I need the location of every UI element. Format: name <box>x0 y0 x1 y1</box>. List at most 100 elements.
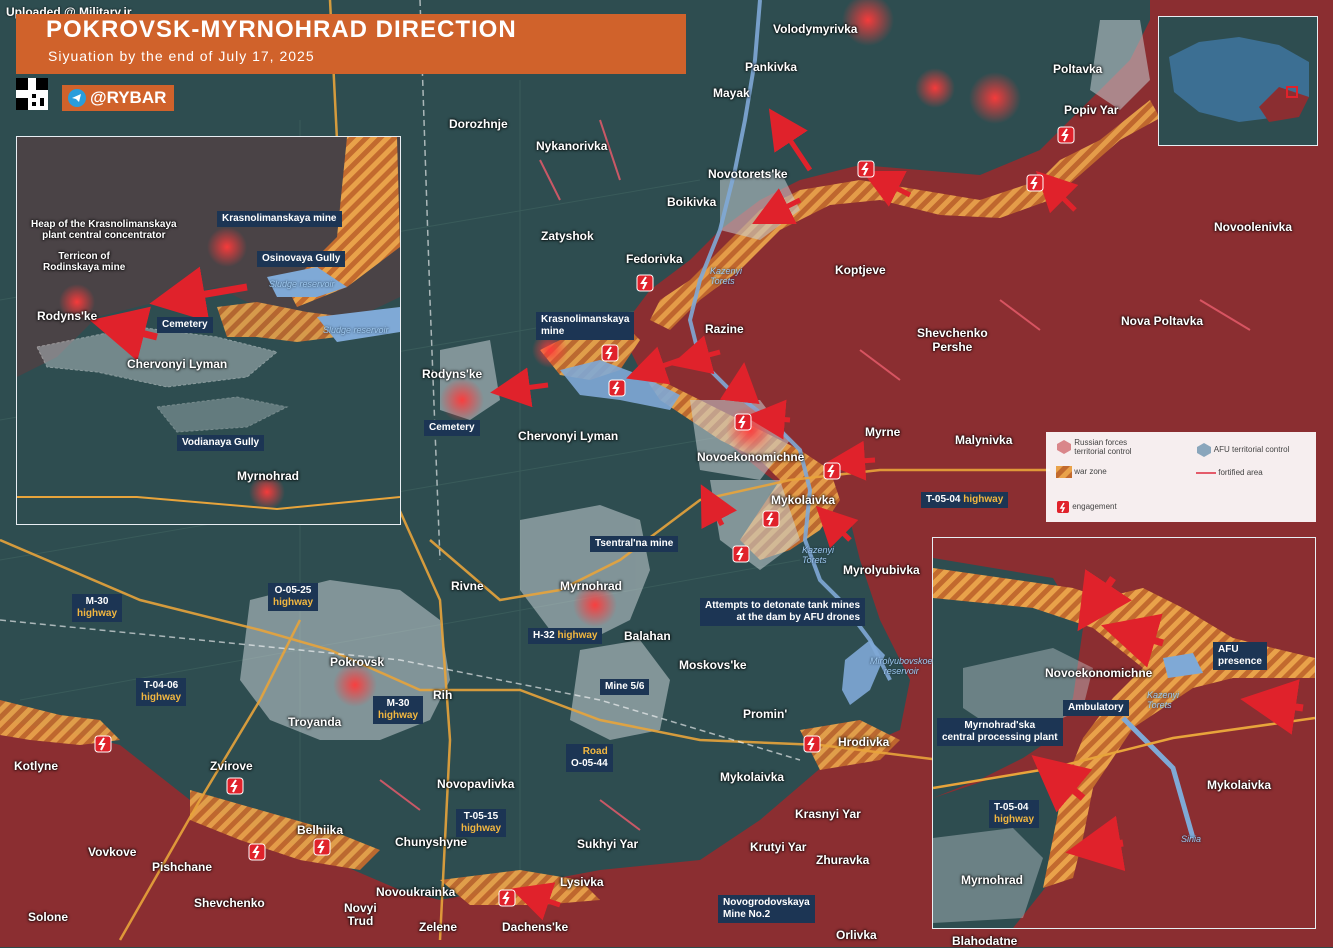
label-popiv-yar: Popiv Yar <box>1064 103 1119 117</box>
label-rodynske: Rodyns'ke <box>422 367 483 381</box>
label-kazenyi-torets-2: Kazenyi Torets <box>802 545 835 565</box>
label-nova-poltavka: Nova Poltavka <box>1121 314 1204 328</box>
label-myrne: Myrne <box>865 425 901 439</box>
inset-heap-label: Heap of the Krasnolimanskaya plant centr… <box>31 219 177 241</box>
engagement-icon[interactable] <box>608 379 626 397</box>
label-sukhyi-yar: Sukhyi Yar <box>577 837 639 851</box>
road-t0515-hw: highway <box>461 823 502 834</box>
afu-presence-tag: AFU presence <box>1213 642 1267 670</box>
label-volodymyrivka: Volodymyrivka <box>773 22 858 36</box>
novogrodovskaya-tag: Novogrodovskaya Mine No.2 <box>718 895 815 923</box>
label-novoolenivka: Novoolenivka <box>1214 220 1293 234</box>
label-balahan: Balahan <box>624 629 671 643</box>
inset-krasnolimanskaya-tag: Krasnolimanskaya mine <box>217 211 342 227</box>
label-moskovske: Moskovs'ke <box>679 658 747 672</box>
road-h32: H-32 highway <box>528 628 603 644</box>
map-title: POKROVSK-MYRNOHRAD DIRECTION <box>46 16 517 43</box>
label-zhuravka: Zhuravka <box>816 853 870 867</box>
label-razine: Razine <box>705 322 744 336</box>
road-o0544: Road O-05-44 <box>566 744 613 772</box>
tsentralna-mine-tag: Tsentral'na mine <box>590 536 679 552</box>
engagement-icon[interactable] <box>1026 174 1044 192</box>
label-vovkove: Vovkove <box>88 845 137 859</box>
inset-terricon-label: Terricon of Rodinskaya mine <box>43 251 126 273</box>
engagement-icon[interactable] <box>601 344 619 362</box>
label-dachenske: Dachens'ke <box>502 920 569 934</box>
legend-russian-text: Russian forces territorial control <box>1074 438 1132 456</box>
inset-osinovaya-tag: Osinovaya Gully <box>257 251 346 267</box>
road-t0406-code: T-04-06 <box>143 680 179 691</box>
legend-engagement-text: engagement <box>1072 502 1117 512</box>
legend: Russian forces territorial control AFU t… <box>1046 432 1316 522</box>
label-lysivka: Lysivka <box>560 875 604 889</box>
engagement-icon[interactable] <box>1057 126 1075 144</box>
label-zatyshok: Zatyshok <box>541 229 594 243</box>
inset-t0504-hw: highway <box>994 814 1035 825</box>
label-kotlyne: Kotlyne <box>14 759 59 773</box>
engagement-icon[interactable] <box>498 889 516 907</box>
engagement-icon[interactable] <box>803 735 821 753</box>
road-m30-west-hw: highway <box>77 608 118 619</box>
engagement-icon[interactable] <box>248 843 266 861</box>
label-kazenyi-torets-1: Kazenyi Torets <box>710 266 743 286</box>
road-o0544-code: O-05-44 <box>571 758 608 769</box>
ambulatory-tag: Ambulatory <box>1063 700 1129 716</box>
fortified-line-icon <box>1196 471 1216 474</box>
engagement-icon[interactable] <box>857 160 875 178</box>
krasnolimanskaya-mine-tag: Krasnolimanskaya mine <box>536 312 635 340</box>
inset-kazenyi-torets: Kazenyi Torets <box>1147 690 1180 710</box>
label-novoukrainka: Novoukrainka <box>376 885 456 899</box>
road-m30-east-code: M-30 <box>386 698 410 709</box>
label-zelene: Zelene <box>419 920 458 934</box>
road-t0515-code: T-05-15 <box>463 811 499 822</box>
engagement-icon[interactable] <box>734 413 752 431</box>
engagement-icon[interactable] <box>762 510 780 528</box>
label-mayak: Mayak <box>713 86 750 100</box>
brand-badge[interactable]: @RYBAR <box>62 85 174 111</box>
label-chunyshyne: Chunyshyne <box>395 835 468 849</box>
label-poltavka: Poltavka <box>1053 62 1103 76</box>
road-h32-hw: highway <box>557 630 598 641</box>
title-banner: POKROVSK-MYRNOHRAD DIRECTION Siyuation b… <box>16 14 686 74</box>
road-m30-west-code: M-30 <box>85 596 109 607</box>
road-t0515: T-05-15 highway <box>456 809 507 837</box>
cemetery-tag: Cemetery <box>424 420 480 436</box>
inset-mykolaivka-label: Mykolaivka <box>1207 778 1272 792</box>
engagement-icon[interactable] <box>732 545 750 563</box>
brand-handle: @RYBAR <box>90 88 167 107</box>
legend-engagement: engagement <box>1056 500 1117 514</box>
label-fedorivka: Fedorivka <box>626 252 683 266</box>
inset-chervonyi-label: Chervonyi Lyman <box>127 357 228 371</box>
qr-code[interactable] <box>16 78 48 110</box>
inset-right: AFU presence Novoekonomichne Ambulatory … <box>932 537 1316 929</box>
road-m30-west: M-30 highway <box>72 594 123 622</box>
inset-vodianaya-tag: Vodianaya Gully <box>177 435 265 451</box>
label-mykolaivka: Mykolaivka <box>771 493 836 507</box>
label-pokrovsk: Pokrovsk <box>330 655 385 669</box>
inset-cemetery-tag: Cemetery <box>157 317 213 333</box>
legend-russian: Russian forces territorial control <box>1056 438 1132 456</box>
inset-sinia: Sinia <box>1181 834 1202 844</box>
map-subtitle: Siyuation by the end of July 17, 2025 <box>48 48 315 64</box>
engagement-icon[interactable] <box>94 735 112 753</box>
road-o0544-prefix: Road <box>582 746 608 757</box>
label-rih: Rih <box>433 688 453 702</box>
label-belhiika: Belhiika <box>297 823 344 837</box>
road-t0406: T-04-06 highway <box>136 678 187 706</box>
telegram-icon <box>68 89 86 107</box>
label-krutyi-yar: Krutyi Yar <box>750 840 807 854</box>
engagement-icon[interactable] <box>313 838 331 856</box>
label-solone: Solone <box>28 910 69 924</box>
overview-minimap <box>1158 16 1318 146</box>
road-m30-east: M-30 highway <box>373 696 424 724</box>
label-rivne: Rivne <box>451 579 484 593</box>
engagement-icon[interactable] <box>823 462 841 480</box>
label-myrnohrad: Myrnohrad <box>560 579 623 593</box>
inset-t0504-code: T-05-04 <box>994 802 1029 813</box>
road-t0406-hw: highway <box>141 692 182 703</box>
engagement-icon[interactable] <box>226 777 244 795</box>
label-dorozhnje: Dorozhnje <box>449 117 508 131</box>
road-h32-code: H-32 <box>533 630 555 641</box>
label-novyi-trud: Novyi Trud <box>344 901 377 928</box>
engagement-icon[interactable] <box>636 274 654 292</box>
